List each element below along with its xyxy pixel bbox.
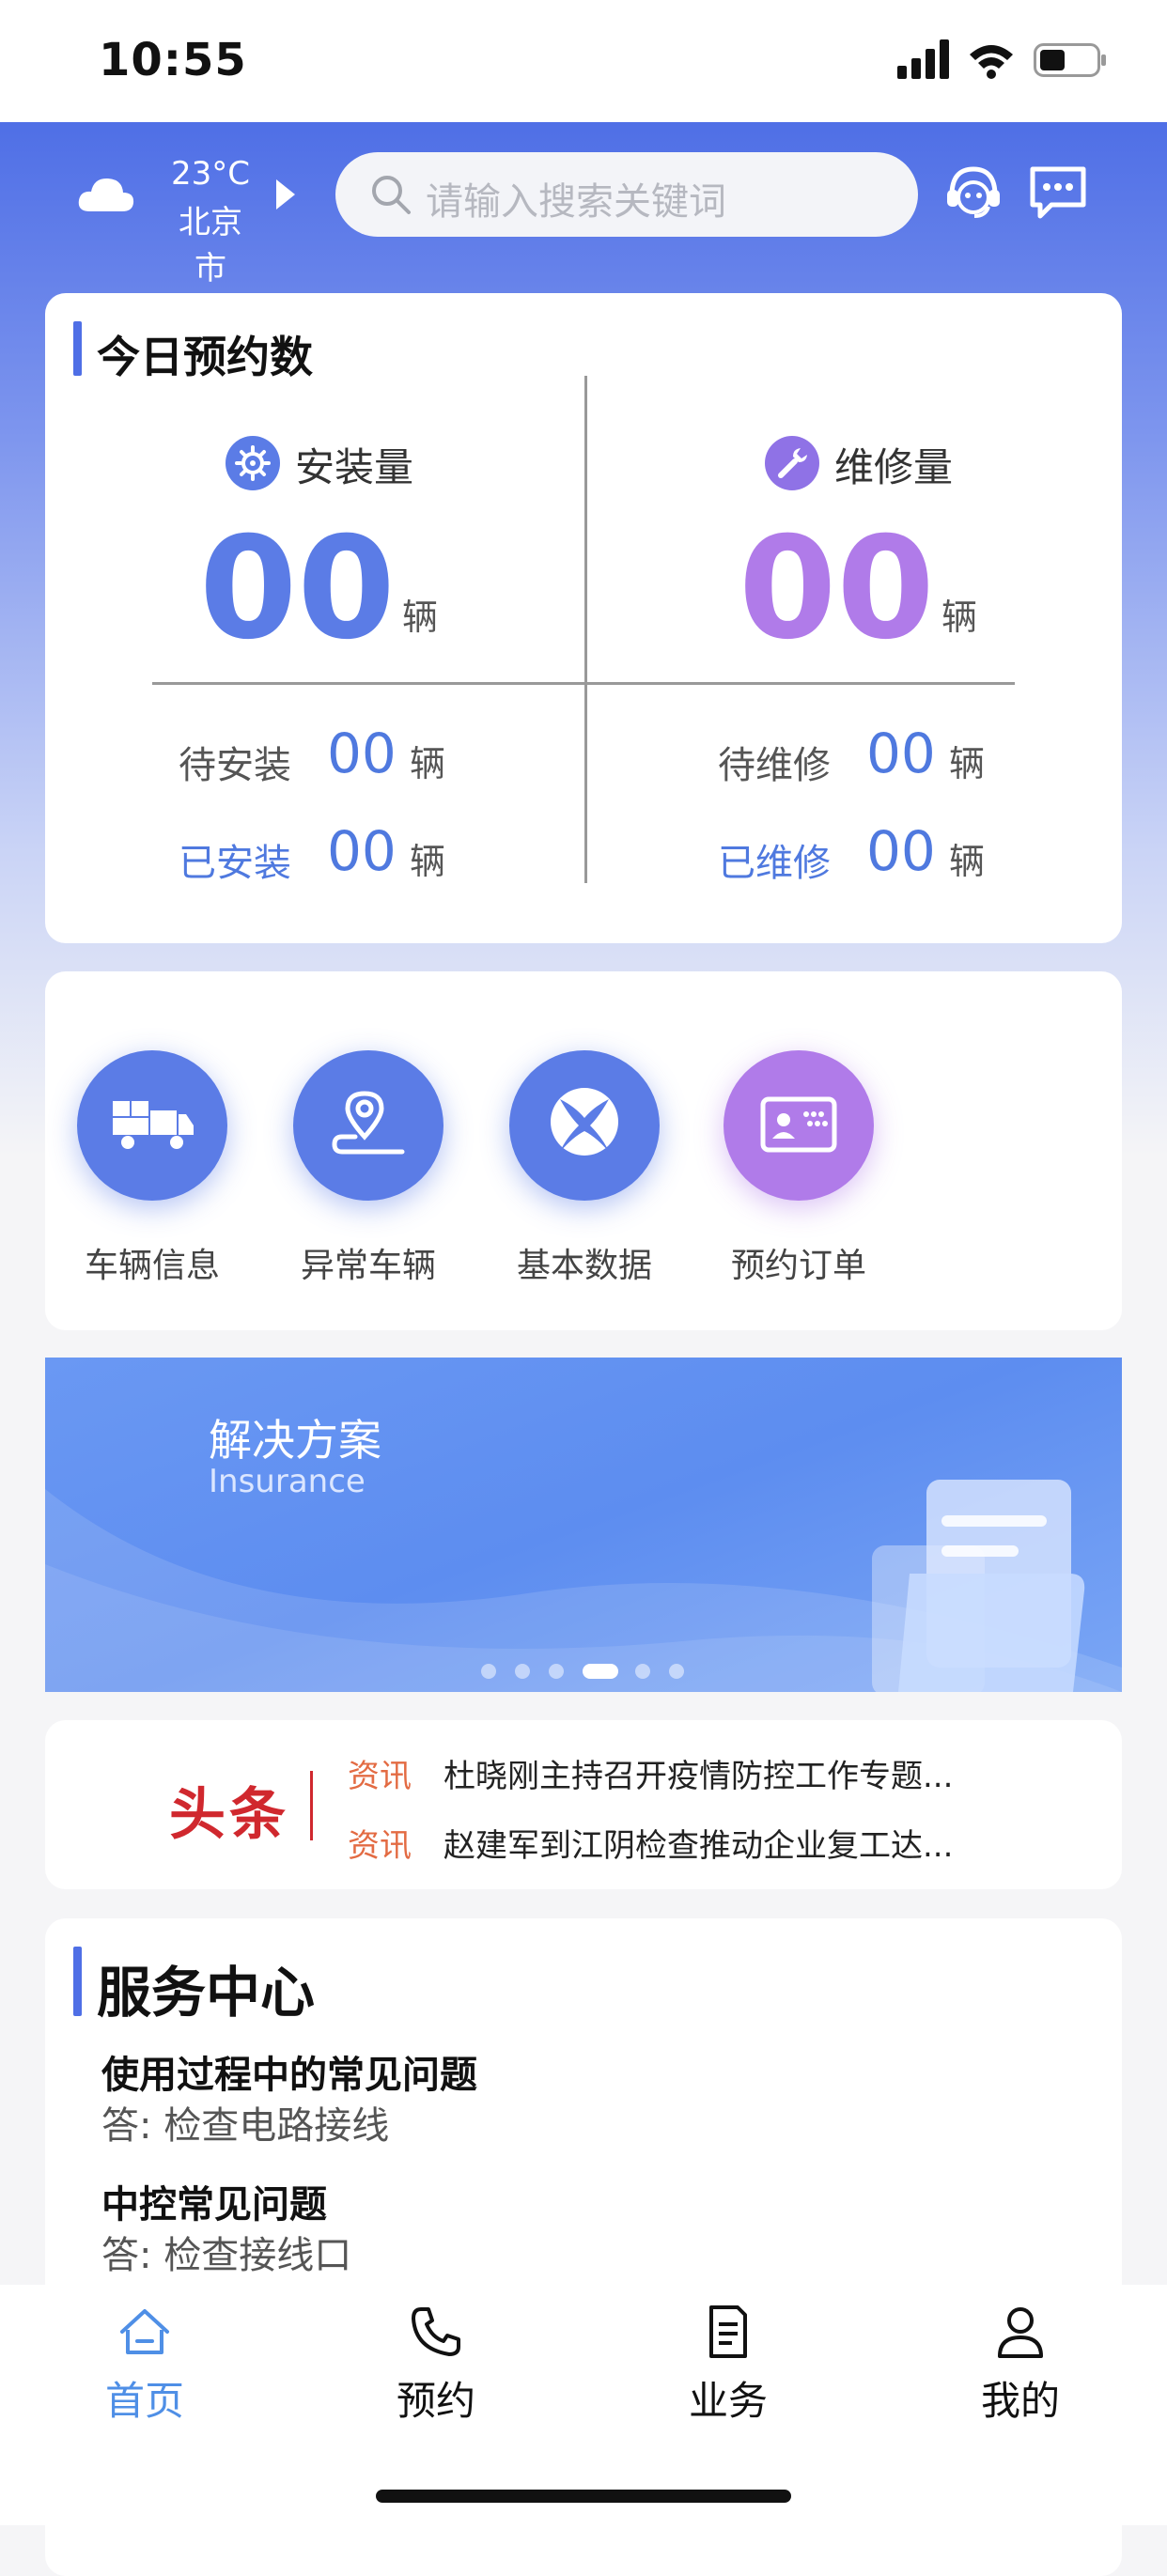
cloud-icon: [78, 178, 134, 211]
pending-install-label: 待安装: [179, 744, 291, 787]
location-pin-icon: [293, 1050, 443, 1201]
document-icon: [709, 2305, 747, 2358]
tab-appointment[interactable]: 预约: [342, 2304, 530, 2444]
faq-question[interactable]: 使用过程中的常见问题: [101, 2044, 477, 2099]
caret-right-icon: [276, 179, 295, 209]
banner-title: 解决方案: [209, 1415, 381, 1466]
done-install-unit: 辆: [410, 841, 446, 882]
done-install-count: 00: [327, 819, 397, 883]
news-tag: 资讯: [348, 1758, 412, 1795]
home-icon: [120, 2309, 169, 2354]
pending-install-unit: 辆: [410, 743, 446, 784]
divider-horizontal: [152, 682, 1015, 685]
repair-unit: 辆: [941, 597, 978, 638]
temperature-text: 23°C: [170, 155, 250, 193]
faq-answer: 答: 检查电路接线: [101, 2104, 390, 2148]
faq-answer: 答: 检查接线口: [101, 2234, 352, 2277]
menu-label: 车辆信息: [84, 1247, 220, 1285]
carousel-dot[interactable]: [515, 1664, 530, 1679]
xbox-icon: [509, 1050, 660, 1201]
menu-item-appointment-orders[interactable]: 预约订单: [705, 1050, 893, 1295]
carousel-dot[interactable]: [481, 1664, 496, 1679]
headline-divider: [310, 1771, 313, 1840]
id-card-icon: [724, 1050, 874, 1201]
quick-menu-card: 车辆信息 异常车辆 基本数据 预约订单: [45, 971, 1122, 1330]
menu-label: 异常车辆: [300, 1247, 436, 1285]
status-time: 10:55: [99, 34, 247, 86]
install-count: 00: [199, 507, 396, 671]
today-appointments-card: 今日预约数 安装量 00 辆 待安装 00 辆 已安装 00 辆 维修量 00 …: [45, 293, 1122, 943]
pending-install-count: 00: [327, 722, 397, 785]
news-title[interactable]: 赵建军到江阴检查推动企业复工达...: [443, 1820, 953, 1866]
document-stack-icon: [872, 1480, 1085, 1692]
search-input[interactable]: 请输入搜索关键词: [426, 171, 726, 225]
pending-repair-label: 待维修: [718, 744, 831, 787]
tab-mine[interactable]: 我的: [926, 2304, 1114, 2444]
carousel-dot[interactable]: [549, 1664, 564, 1679]
install-unit: 辆: [402, 597, 439, 638]
message-icon[interactable]: [1027, 162, 1089, 224]
news-title[interactable]: 杜晓刚主持召开疫情防控工作专题...: [443, 1750, 953, 1796]
search-icon: [372, 176, 411, 214]
menu-label: 基本数据: [516, 1247, 652, 1285]
promo-banner[interactable]: 解决方案 Insurance: [45, 1358, 1122, 1692]
install-label: 安装量: [295, 444, 414, 490]
user-icon: [998, 2307, 1043, 2358]
menu-item-basic-data[interactable]: 基本数据: [490, 1050, 678, 1295]
pending-repair-unit: 辆: [949, 743, 986, 784]
faq-question[interactable]: 中控常见问题: [101, 2174, 327, 2228]
news-tag: 资讯: [348, 1827, 412, 1865]
title-accent-bar: [73, 1947, 82, 2016]
title-accent-bar: [73, 321, 82, 376]
carousel-dot[interactable]: [635, 1664, 650, 1679]
headset-icon[interactable]: [942, 162, 1004, 224]
carousel-dot[interactable]: [669, 1664, 684, 1679]
card-title: 今日预约数: [97, 332, 313, 382]
cellular-signal-icon: [897, 39, 949, 79]
phone-icon: [412, 2307, 460, 2356]
done-repair-label: 已维修: [718, 842, 831, 885]
search-bar[interactable]: 请输入搜索关键词: [335, 152, 918, 237]
tab-label: 首页: [104, 2378, 184, 2424]
tab-label: 业务: [688, 2378, 768, 2424]
banner-subtitle: Insurance: [209, 1463, 366, 1500]
tab-home[interactable]: 首页: [51, 2304, 239, 2444]
menu-item-abnormal-vehicle[interactable]: 异常车辆: [274, 1050, 462, 1295]
done-install-label: 已安装: [179, 842, 291, 885]
headline-news-card: 头条 资讯 杜晓刚主持召开疫情防控工作专题... 资讯 赵建军到江阴检查推动企业…: [45, 1720, 1122, 1889]
wrench-icon: [765, 436, 819, 490]
menu-item-vehicle-info[interactable]: 车辆信息: [58, 1050, 246, 1295]
pending-repair-count: 00: [866, 722, 936, 785]
status-bar: 10:55: [0, 0, 1167, 122]
tab-label: 我的: [980, 2378, 1060, 2424]
repair-count: 00: [739, 507, 935, 671]
city-text: 北京市: [179, 204, 242, 287]
battery-icon: [1034, 43, 1106, 77]
home-indicator: [376, 2490, 791, 2503]
gear-icon: [226, 436, 280, 490]
truck-icon: [77, 1050, 227, 1201]
service-title: 服务中心: [97, 1961, 316, 2025]
headline-label: 头条: [169, 1782, 289, 1848]
menu-label: 预约订单: [730, 1247, 866, 1285]
done-repair-count: 00: [866, 819, 936, 883]
divider-vertical: [584, 376, 587, 883]
done-repair-unit: 辆: [949, 841, 986, 882]
carousel-dot-active[interactable]: [583, 1664, 618, 1679]
tab-business[interactable]: 业务: [634, 2304, 822, 2444]
tab-label: 预约: [396, 2378, 475, 2424]
repair-label: 维修量: [834, 444, 954, 490]
wifi-icon: [970, 45, 1013, 79]
